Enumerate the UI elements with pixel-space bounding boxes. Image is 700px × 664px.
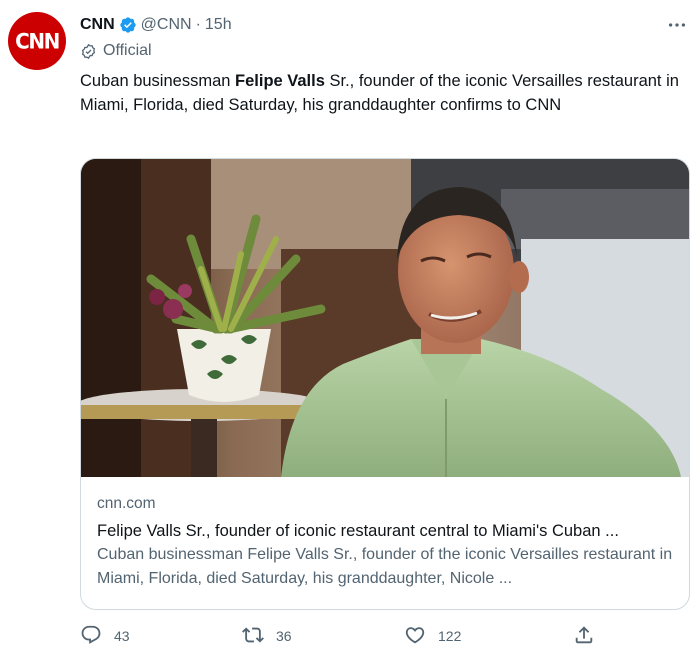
reply-count: 43 bbox=[114, 628, 130, 644]
official-label: Official bbox=[80, 42, 152, 60]
card-photo[interactable] bbox=[81, 159, 690, 477]
tweet[interactable]: CNN CNN @CNN · 15h Official Cuban busine… bbox=[0, 0, 700, 664]
link-card[interactable]: cnn.com Felipe Valls Sr., founder of ico… bbox=[80, 158, 690, 610]
tweet-text-bold-name: Felipe Valls bbox=[235, 72, 325, 90]
official-check-icon bbox=[80, 43, 97, 60]
avatar[interactable]: CNN bbox=[8, 12, 66, 70]
tweet-header: CNN @CNN · 15h bbox=[80, 14, 232, 36]
retweet-button[interactable]: 36 bbox=[242, 622, 292, 650]
author-handle[interactable]: @CNN bbox=[141, 16, 192, 34]
more-horizontal-icon[interactable] bbox=[664, 14, 690, 36]
retweet-count: 36 bbox=[276, 628, 292, 644]
timestamp[interactable]: 15h bbox=[205, 16, 232, 34]
heart-icon bbox=[404, 624, 426, 649]
official-text: Official bbox=[103, 42, 152, 59]
tweet-text: Cuban businessman Felipe Valls Sr., foun… bbox=[80, 70, 688, 117]
card-domain[interactable]: cnn.com bbox=[97, 493, 677, 515]
share-button[interactable] bbox=[573, 622, 595, 650]
tweet-text-start: Cuban businessman bbox=[80, 72, 236, 90]
share-icon bbox=[573, 624, 595, 649]
retweet-icon bbox=[242, 624, 264, 649]
card-text: cnn.com Felipe Valls Sr., founder of ico… bbox=[97, 493, 677, 591]
verified-badge-icon bbox=[119, 16, 137, 34]
reply-button[interactable]: 43 bbox=[80, 622, 130, 650]
reply-icon bbox=[80, 624, 102, 649]
tweet-actions: 43 36 122 bbox=[80, 622, 600, 650]
like-button[interactable]: 122 bbox=[404, 622, 461, 650]
card-title[interactable]: Felipe Valls Sr., founder of iconic rest… bbox=[97, 519, 677, 543]
like-count: 122 bbox=[438, 628, 462, 644]
separator-dot: · bbox=[195, 16, 201, 33]
cnn-logo: CNN bbox=[15, 28, 60, 54]
author-name[interactable]: CNN bbox=[80, 16, 115, 34]
card-description: Cuban businessman Felipe Valls Sr., foun… bbox=[97, 546, 673, 587]
